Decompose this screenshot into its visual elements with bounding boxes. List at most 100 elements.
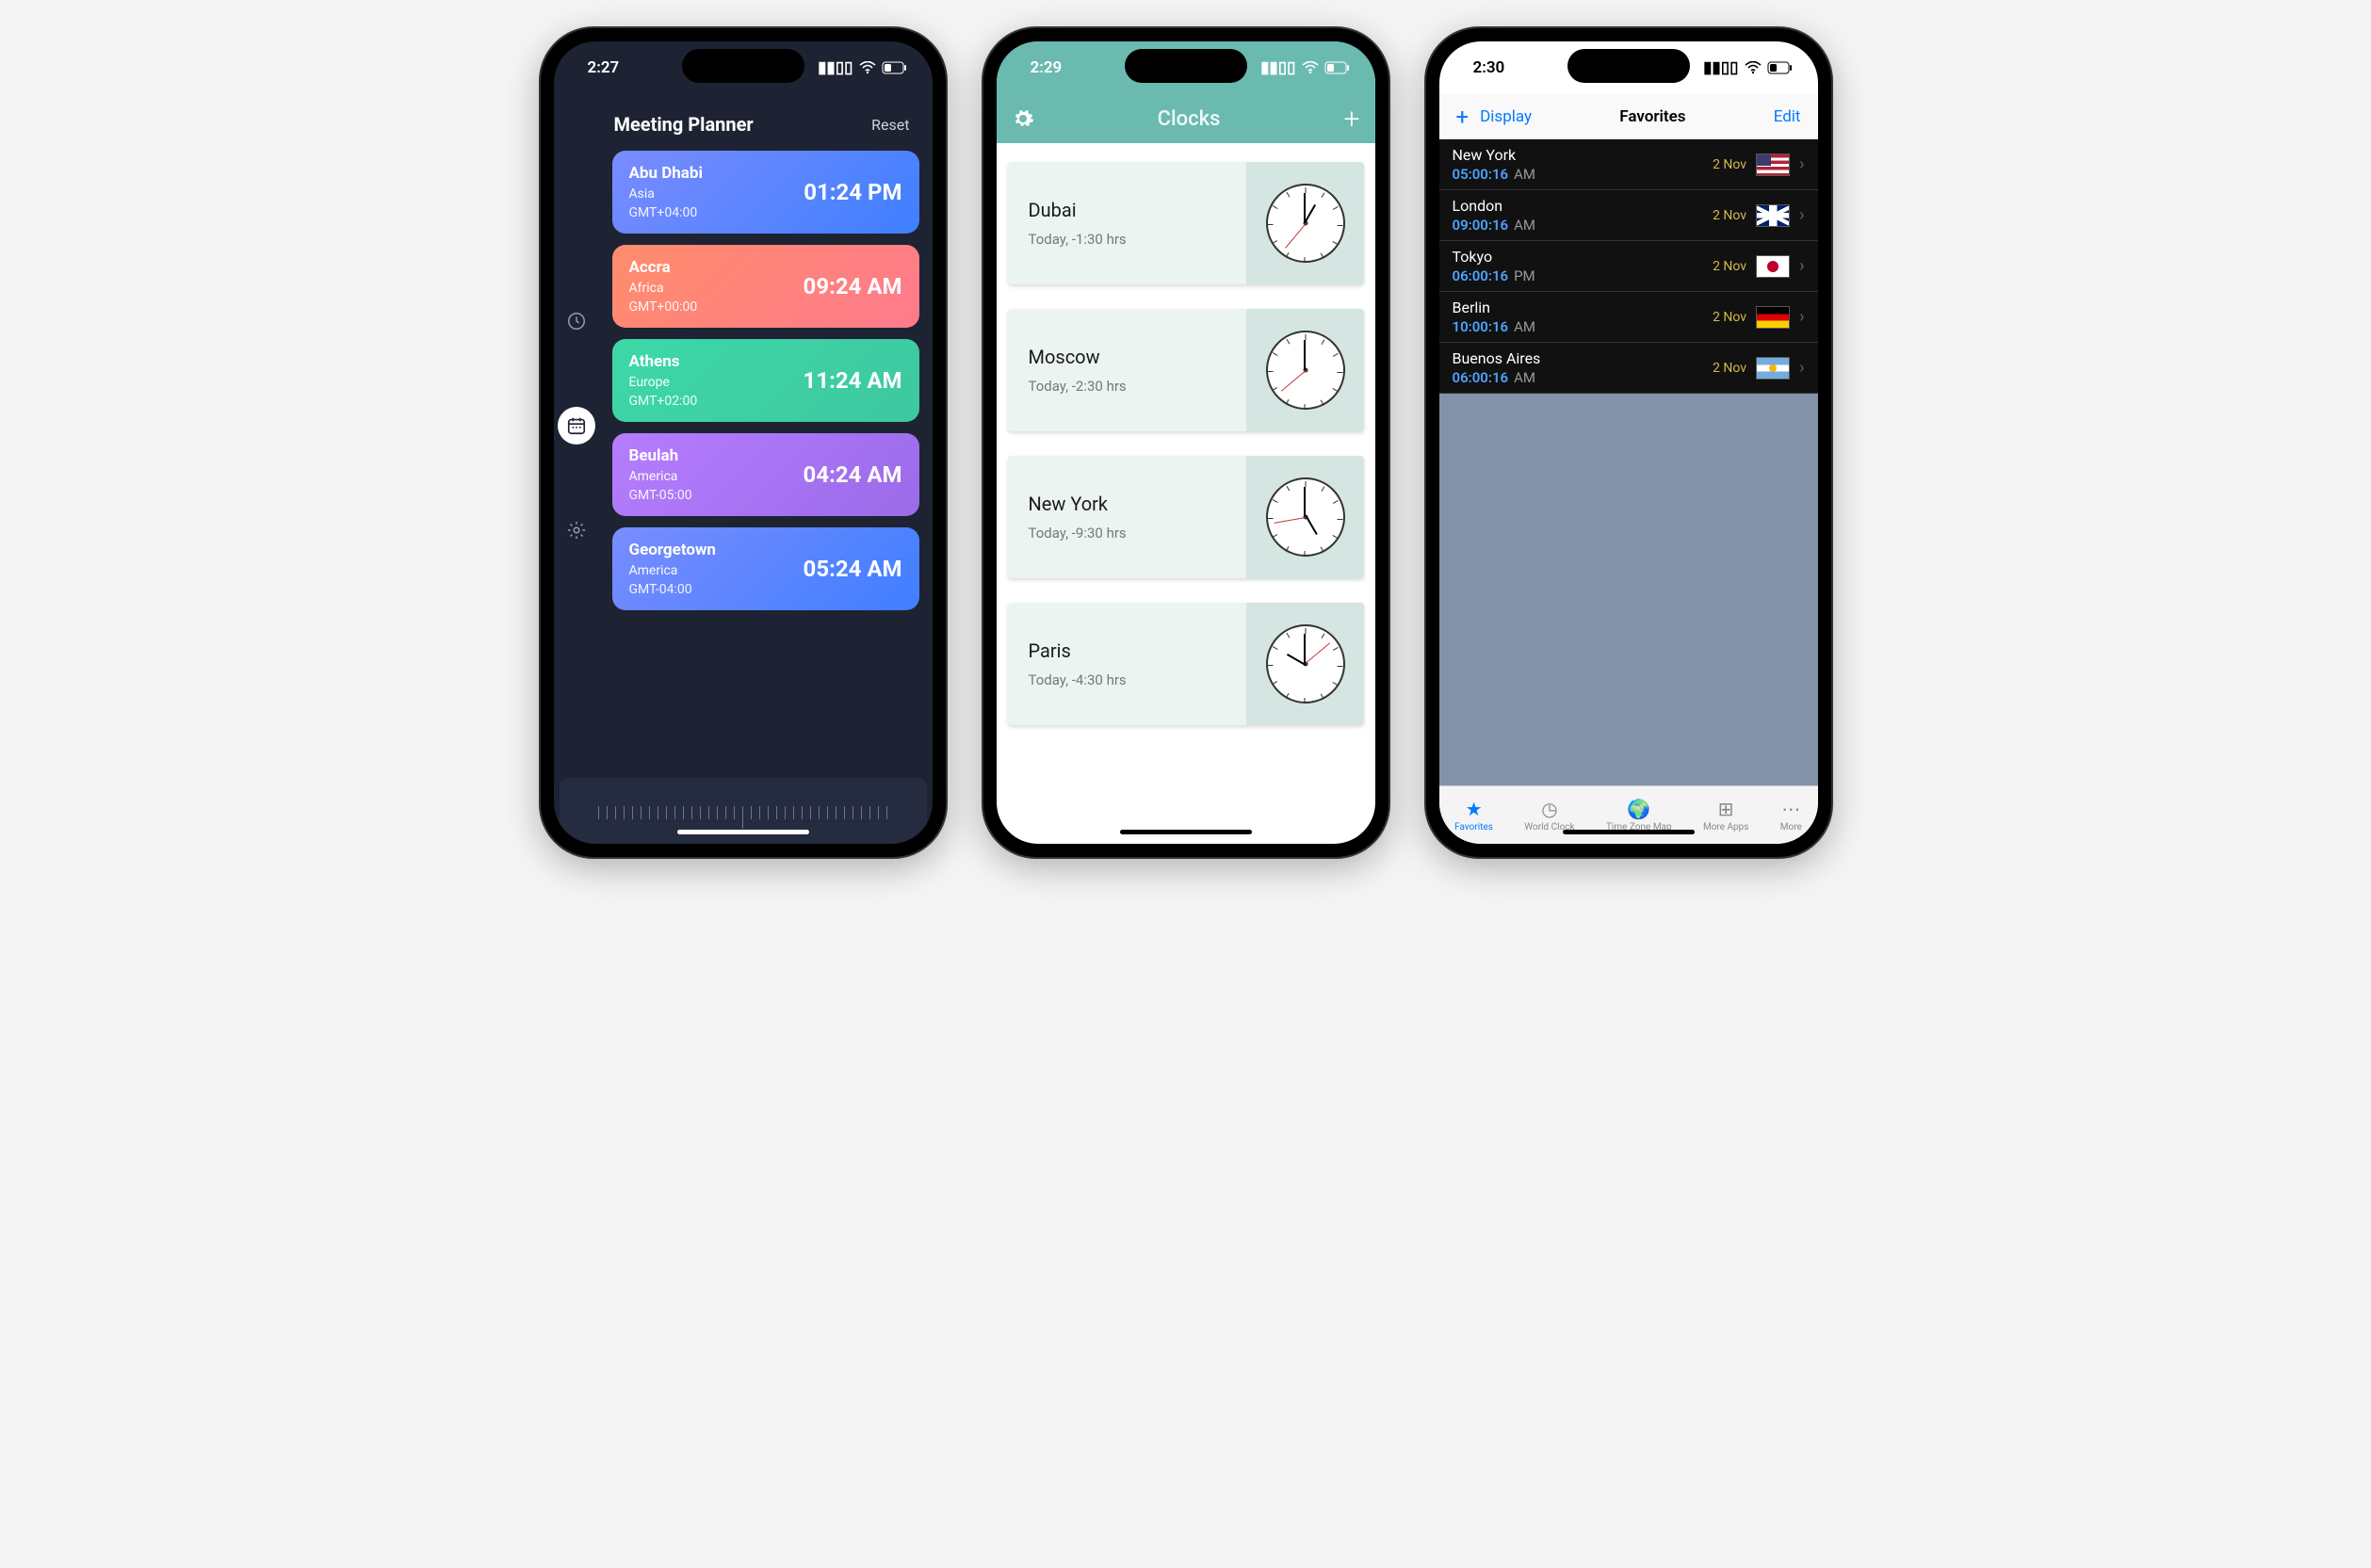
city-label: Athens: [629, 352, 698, 371]
home-indicator[interactable]: [1120, 830, 1252, 834]
tab-icon: ◷: [1541, 798, 1557, 820]
wifi-icon: [1745, 61, 1762, 74]
time-label: 11:24 AM: [804, 367, 902, 394]
clock-cards: Dubai Today, -1:30 hrs Moscow Today, -2:…: [997, 143, 1375, 744]
edit-button[interactable]: Edit: [1774, 107, 1801, 126]
screen: 2:30 ▮▮▯▯ + Display Favorites Edit New Y…: [1439, 41, 1818, 844]
home-indicator[interactable]: [1563, 830, 1695, 834]
add-icon[interactable]: +: [1456, 104, 1470, 130]
calendar-icon[interactable]: [558, 407, 595, 445]
city-label: Tokyo: [1453, 248, 1535, 266]
city-label: Moscow: [1029, 346, 1127, 368]
favorite-row[interactable]: Tokyo 06:00:16PM 2 Nov ›: [1439, 241, 1818, 292]
favorites-list: New York 05:00:16AM 2 Nov › London 09:00…: [1439, 139, 1818, 394]
clock-card[interactable]: Dubai Today, -1:30 hrs: [1008, 162, 1364, 284]
time-label: 06:00:16AM: [1453, 369, 1541, 386]
chevron-right-icon: ›: [1799, 205, 1804, 225]
sidebar: [554, 151, 599, 778]
timezone-card[interactable]: Accra Africa GMT+00:00 09:24 AM: [612, 245, 919, 328]
signal-icon: ▮▮▯▯: [1703, 58, 1738, 77]
battery-icon: [1767, 61, 1794, 74]
clock-icon[interactable]: [566, 311, 587, 331]
signal-icon: ▮▮▯▯: [818, 58, 853, 77]
tab-icon: ⋯: [1781, 798, 1800, 820]
analog-clock: [1266, 331, 1345, 410]
city-label: Buenos Aires: [1453, 349, 1541, 367]
tab-world-clock[interactable]: ◷ World Clock: [1524, 798, 1574, 832]
tab-icon: ★: [1466, 798, 1483, 820]
tab-more-apps[interactable]: ⊞ More Apps: [1703, 798, 1748, 832]
header: + Display Favorites Edit: [1439, 94, 1818, 139]
analog-clock: [1266, 624, 1345, 703]
date-label: 2 Nov: [1713, 157, 1746, 172]
analog-clock: [1266, 477, 1345, 557]
wifi-icon: [859, 61, 876, 74]
flag-icon: [1756, 204, 1790, 227]
region-label: America: [629, 469, 692, 484]
offset-label: Today, -1:30 hrs: [1029, 231, 1127, 248]
notch: [1567, 49, 1690, 83]
flag-icon: [1756, 306, 1790, 329]
tab-label: More Apps: [1703, 822, 1748, 832]
city-label: Abu Dhabi: [629, 164, 703, 183]
tab-label: Favorites: [1454, 822, 1493, 832]
status-icons: ▮▮▯▯: [1703, 58, 1793, 77]
city-label: Georgetown: [629, 541, 716, 559]
notch: [1125, 49, 1247, 83]
add-icon[interactable]: +: [1344, 103, 1360, 136]
tab-icon: ⊞: [1718, 798, 1734, 820]
favorite-row[interactable]: Buenos Aires 06:00:16AM 2 Nov ›: [1439, 343, 1818, 394]
time-label: 05:00:16AM: [1453, 166, 1535, 183]
tab-bar: ★ Favorites ◷ World Clock 🌍 Time Zone Map ⊞…: [1439, 785, 1818, 844]
flag-icon: [1756, 255, 1790, 278]
phone-clocks: 2:29 ▮▮▯▯ Clocks + Dubai Today, -1:30 hr…: [983, 28, 1388, 857]
city-label: London: [1453, 197, 1535, 215]
gear-icon[interactable]: [566, 520, 587, 541]
phone-meeting-planner: 2:27 ▮▮▯▯ Meeting Planner Reset: [541, 28, 946, 857]
time-label: 05:24 AM: [804, 556, 902, 582]
city-label: Beulah: [629, 446, 692, 465]
region-label: Europe: [629, 375, 698, 390]
screen: 2:29 ▮▮▯▯ Clocks + Dubai Today, -1:30 hr…: [997, 41, 1375, 844]
favorite-row[interactable]: Berlin 10:00:16AM 2 Nov ›: [1439, 292, 1818, 343]
tab-more[interactable]: ⋯ More: [1780, 798, 1802, 832]
favorite-row[interactable]: London 09:00:16AM 2 Nov ›: [1439, 190, 1818, 241]
gmt-label: GMT+04:00: [629, 205, 703, 220]
city-label: New York: [1029, 493, 1127, 515]
empty-bg: [1439, 394, 1818, 785]
status-icons: ▮▮▯▯: [1260, 58, 1350, 77]
chevron-right-icon: ›: [1799, 154, 1804, 174]
timezone-card[interactable]: Beulah America GMT-05:00 04:24 AM: [612, 433, 919, 516]
city-label: Berlin: [1453, 299, 1535, 316]
city-label: Accra: [629, 258, 698, 277]
city-label: New York: [1453, 146, 1535, 164]
gear-icon[interactable]: [1012, 107, 1034, 130]
timezone-card[interactable]: Georgetown America GMT-04:00 05:24 AM: [612, 527, 919, 610]
favorite-row[interactable]: New York 05:00:16AM 2 Nov ›: [1439, 139, 1818, 190]
time-label: 09:24 AM: [804, 273, 902, 299]
tab-time-zone-map[interactable]: 🌍 Time Zone Map: [1606, 798, 1672, 832]
signal-icon: ▮▮▯▯: [1260, 58, 1295, 77]
page-title: Meeting Planner: [614, 113, 754, 136]
time-label: 01:24 PM: [804, 179, 901, 205]
timezone-card[interactable]: Athens Europe GMT+02:00 11:24 AM: [612, 339, 919, 422]
notch: [682, 49, 804, 83]
chevron-right-icon: ›: [1799, 307, 1804, 327]
screen: 2:27 ▮▮▯▯ Meeting Planner Reset: [554, 41, 933, 844]
home-indicator[interactable]: [677, 830, 809, 834]
clock-card[interactable]: New York Today, -9:30 hrs: [1008, 456, 1364, 578]
clock-card[interactable]: Paris Today, -4:30 hrs: [1008, 603, 1364, 725]
clock-card[interactable]: Moscow Today, -2:30 hrs: [1008, 309, 1364, 431]
tab-icon: 🌍: [1627, 798, 1650, 820]
tab-favorites[interactable]: ★ Favorites: [1454, 798, 1493, 832]
analog-clock: [1266, 184, 1345, 263]
reset-button[interactable]: Reset: [871, 116, 909, 134]
battery-icon: [882, 61, 908, 74]
timezone-cards: Abu Dhabi Asia GMT+04:00 01:24 PM Accra …: [599, 151, 933, 778]
time-label: 09:00:16AM: [1453, 217, 1535, 234]
offset-label: Today, -4:30 hrs: [1029, 671, 1127, 688]
region-label: Asia: [629, 186, 703, 202]
header: Meeting Planner Reset: [554, 94, 933, 151]
timezone-card[interactable]: Abu Dhabi Asia GMT+04:00 01:24 PM: [612, 151, 919, 234]
display-button[interactable]: Display: [1480, 107, 1532, 126]
